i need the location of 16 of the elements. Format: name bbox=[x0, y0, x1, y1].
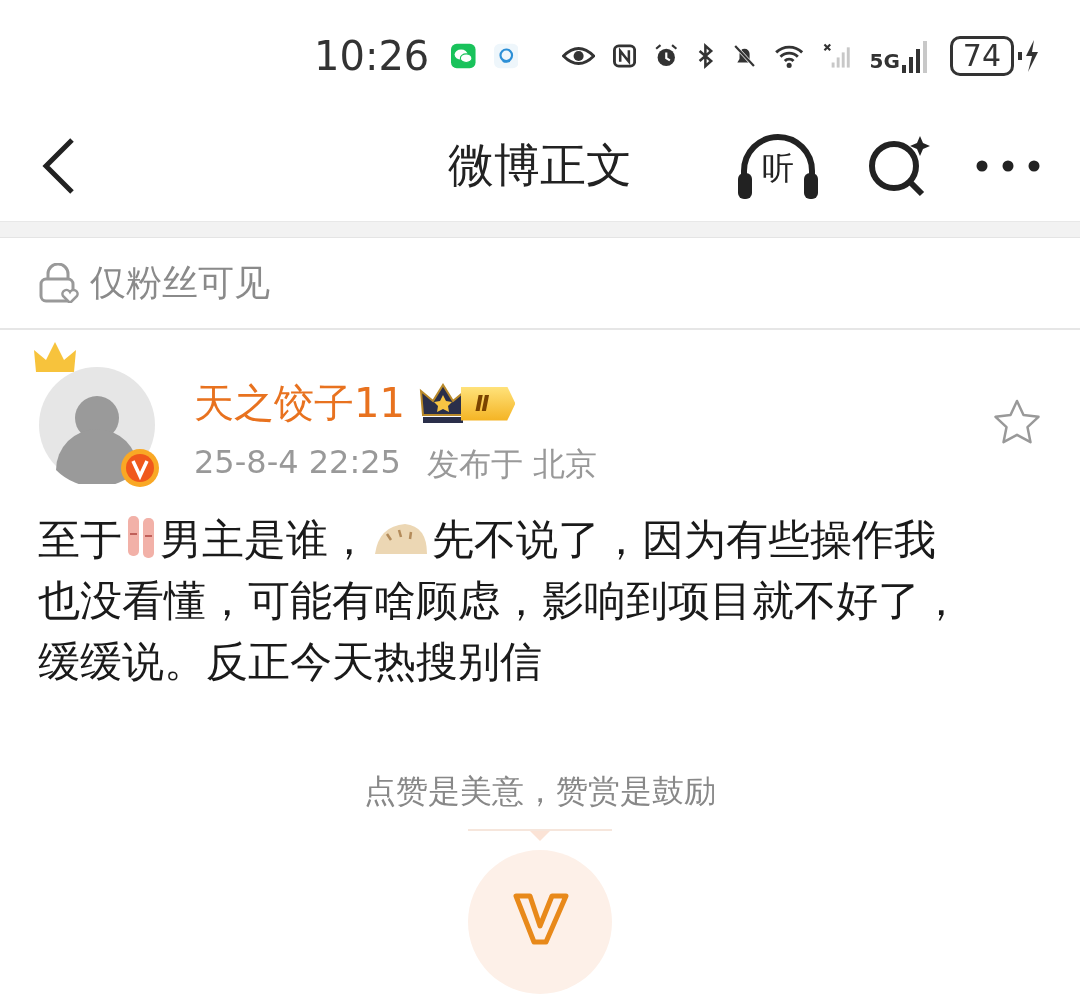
clock-time: 10:26 bbox=[314, 33, 430, 80]
search-icon[interactable] bbox=[866, 134, 930, 199]
level-badge: Ⅱ bbox=[460, 386, 516, 421]
post-time: 25-8-4 22:25 bbox=[194, 443, 401, 483]
page-title: 微博正文 bbox=[448, 137, 632, 195]
avatar[interactable] bbox=[38, 366, 156, 484]
ballet-shoes-icon bbox=[125, 514, 157, 560]
listen-button[interactable]: 听 bbox=[736, 131, 820, 202]
battery-level: 74 bbox=[949, 36, 1014, 77]
post-text: 至于 男主是谁， 先不说了，因为有些操作我 也没看懂，可能有啥顾虑，影响到项目就不好了， 缓缓说。反正今天热搜别信 bbox=[38, 513, 963, 688]
lock-heart-icon bbox=[38, 263, 82, 304]
visibility-label: 仅粉丝可见 bbox=[90, 260, 270, 305]
post-location: 发布于 北京 bbox=[426, 444, 598, 485]
network-label: 5G bbox=[869, 49, 900, 74]
more-icon[interactable] bbox=[976, 160, 1040, 173]
reward-hint: 点赞是美意，赞赏是鼓励 bbox=[364, 771, 716, 812]
